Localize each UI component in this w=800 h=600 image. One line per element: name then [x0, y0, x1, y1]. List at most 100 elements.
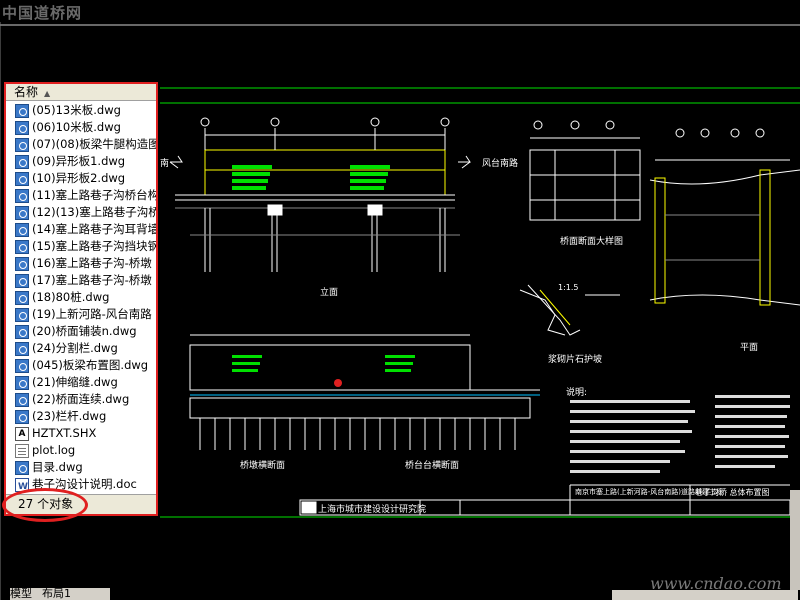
file-name: (12)(13)塞上路巷子沟桥	[32, 205, 156, 219]
dwg-file-icon	[15, 307, 29, 322]
label-slope-ratio: 1:1.5	[558, 283, 579, 292]
list-item[interactable]: (21)伸缩缝.dwg	[6, 374, 156, 391]
title-drawing: 巷子沟桥 总体布置图	[695, 488, 770, 497]
dwg-file-icon	[15, 188, 29, 203]
list-item[interactable]: (14)塞上路巷子沟耳背墙	[6, 221, 156, 238]
title-org: 上海市城市建设设计研究院	[318, 505, 427, 515]
file-list-panel: 名称 ▲ (05)13米板.dwg (06)10米板.dwg (07)(08)板梁…	[5, 83, 157, 515]
file-name: (23)栏杆.dwg	[32, 409, 107, 423]
file-name: (24)分割栏.dwg	[32, 341, 118, 355]
dwg-file-icon	[15, 137, 29, 152]
name-column-header[interactable]: 名称 ▲	[6, 84, 156, 101]
list-item[interactable]: (22)桥面连续.dwg	[6, 391, 156, 408]
list-item[interactable]: (09)异形板1.dwg	[6, 153, 156, 170]
watermark-top: 中国道桥网	[2, 4, 83, 22]
elevation-view	[169, 117, 471, 272]
dwg-file-icon	[15, 290, 29, 305]
dwg-file-icon	[15, 273, 29, 288]
label-elevation: 立面	[320, 288, 339, 298]
list-item[interactable]: 巷子沟设计说明.doc	[6, 476, 156, 492]
list-item[interactable]: (05)13米板.dwg	[6, 102, 156, 119]
list-item[interactable]: (23)栏杆.dwg	[6, 408, 156, 425]
dwg-file-icon	[15, 256, 29, 271]
file-name: (16)塞上路巷子沟-桥墩	[32, 256, 152, 270]
dwg-file-icon	[15, 392, 29, 407]
section-detail-view	[529, 120, 641, 221]
file-list[interactable]: (05)13米板.dwg (06)10米板.dwg (07)(08)板梁牛腿构造…	[6, 102, 156, 492]
list-item[interactable]: (16)塞上路巷子沟-桥墩	[6, 255, 156, 272]
sort-ascending-icon: ▲	[44, 89, 51, 98]
file-name: (22)桥面连续.dwg	[32, 392, 130, 406]
label-left-direction: 南	[160, 159, 170, 169]
list-item[interactable]: 目录.dwg	[6, 459, 156, 476]
list-item[interactable]: (24)分割栏.dwg	[6, 340, 156, 357]
cross-section-green	[232, 355, 415, 372]
dwg-file-icon	[15, 358, 29, 373]
list-item[interactable]: (10)异形板2.dwg	[6, 170, 156, 187]
label-right-direction: 风台南路	[482, 159, 519, 169]
section-marker	[334, 379, 342, 387]
label-notes: 说明:	[566, 388, 588, 398]
file-name: 巷子沟设计说明.doc	[32, 477, 137, 491]
list-item[interactable]: (15)塞上路巷子沟挡块钢	[6, 238, 156, 255]
dwg-file-icon	[15, 205, 29, 220]
dwg-file-icon	[15, 154, 29, 169]
file-name: HZTXT.SHX	[32, 426, 97, 440]
file-name: (05)13米板.dwg	[32, 103, 121, 117]
file-name: (10)异形板2.dwg	[32, 171, 126, 185]
list-item[interactable]: A HZTXT.SHX	[6, 425, 156, 442]
label-section-detail: 桥面断面大样图	[560, 237, 624, 247]
tab-model[interactable]: 模型	[10, 587, 32, 600]
list-item[interactable]: (19)上新河路-风台南路	[6, 306, 156, 323]
elevation-green-marks	[232, 165, 390, 190]
plan-view	[649, 128, 800, 306]
slope-detail-view	[519, 284, 620, 336]
dwg-file-icon	[15, 460, 29, 475]
file-name: (045)板梁布置图.dwg	[32, 358, 149, 372]
font-file-icon: A	[15, 426, 29, 441]
file-name: (18)80桩.dwg	[32, 290, 110, 304]
list-item[interactable]: (045)板梁布置图.dwg	[6, 357, 156, 374]
dwg-file-icon	[15, 409, 29, 424]
notes-block	[570, 395, 790, 473]
label-pier-section: 桥墩横断面	[240, 461, 286, 471]
dwg-file-icon	[15, 171, 29, 186]
list-item[interactable]: (11)塞上路巷子沟桥台构	[6, 187, 156, 204]
dwg-file-icon	[15, 222, 29, 237]
file-name: (07)(08)板梁牛腿构造图	[32, 137, 156, 151]
file-name: 目录.dwg	[32, 460, 83, 474]
layout-tabs: 模型 布局1	[10, 588, 110, 600]
name-column-label: 名称	[14, 85, 39, 99]
file-name: (17)塞上路巷子沟-桥墩	[32, 273, 152, 287]
word-document-icon	[15, 477, 29, 492]
file-name: (20)桥面铺装n.dwg	[32, 324, 137, 338]
piles	[199, 418, 516, 450]
file-name: (14)塞上路巷子沟耳背墙	[32, 222, 156, 236]
vertical-scrollbar[interactable]	[790, 490, 800, 590]
label-slope: 浆砌片石护坡	[548, 355, 603, 365]
dwg-file-icon	[15, 120, 29, 135]
text-file-icon	[15, 443, 29, 458]
dwg-file-icon	[15, 324, 29, 339]
tab-layout1[interactable]: 布局1	[42, 587, 71, 600]
list-item[interactable]: (12)(13)塞上路巷子沟桥	[6, 204, 156, 221]
file-name: (21)伸缩缝.dwg	[32, 375, 118, 389]
file-name: (06)10米板.dwg	[32, 120, 121, 134]
label-plan: 平面	[740, 343, 759, 353]
file-name: (19)上新河路-风台南路	[32, 307, 152, 321]
list-item[interactable]: (06)10米板.dwg	[6, 119, 156, 136]
dwg-file-icon	[15, 341, 29, 356]
horizontal-scrollbar[interactable]	[612, 590, 798, 600]
file-name: plot.log	[32, 443, 76, 457]
list-item[interactable]: plot.log	[6, 442, 156, 459]
file-name: (11)塞上路巷子沟桥台构	[32, 188, 156, 202]
pier-cross-section-view	[189, 334, 540, 419]
file-name: (09)异形板1.dwg	[32, 154, 126, 168]
list-item[interactable]: (18)80桩.dwg	[6, 289, 156, 306]
status-bar: 27 个对象	[6, 494, 156, 514]
dwg-file-icon	[15, 375, 29, 390]
list-item[interactable]: (20)桥面铺装n.dwg	[6, 323, 156, 340]
list-item[interactable]: (17)塞上路巷子沟-桥墩	[6, 272, 156, 289]
list-item[interactable]: (07)(08)板梁牛腿构造图	[6, 136, 156, 153]
file-name: (15)塞上路巷子沟挡块钢	[32, 239, 156, 253]
